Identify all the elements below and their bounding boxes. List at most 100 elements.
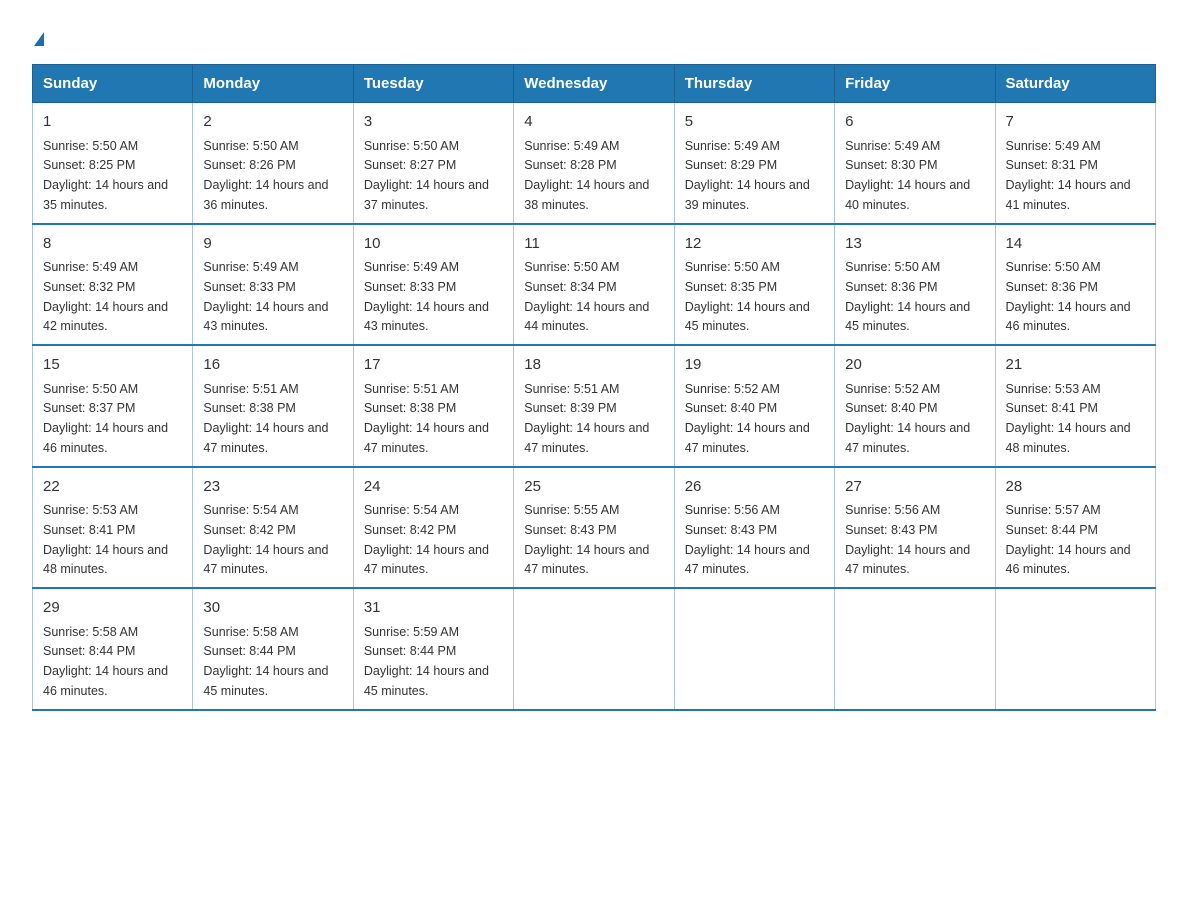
sunrise-info: Sunrise: 5:54 AM [364, 503, 459, 517]
daylight-label: Daylight: 14 hours and 46 minutes. [43, 664, 168, 698]
sunrise-info: Sunrise: 5:54 AM [203, 503, 298, 517]
sunrise-info: Sunrise: 5:49 AM [685, 139, 780, 153]
day-number: 8 [43, 233, 182, 256]
day-number: 2 [203, 111, 342, 134]
sunrise-info: Sunrise: 5:53 AM [1006, 382, 1101, 396]
sunrise-info: Sunrise: 5:49 AM [203, 260, 298, 274]
sunset-info: Sunset: 8:40 PM [685, 401, 777, 415]
daylight-label: Daylight: 14 hours and 39 minutes. [685, 178, 810, 212]
day-number: 25 [524, 476, 663, 499]
week-row-3: 15Sunrise: 5:50 AMSunset: 8:37 PMDayligh… [33, 345, 1156, 467]
table-row: 31Sunrise: 5:59 AMSunset: 8:44 PMDayligh… [353, 588, 513, 710]
sunset-info: Sunset: 8:43 PM [685, 523, 777, 537]
day-number: 31 [364, 597, 503, 620]
sunset-info: Sunset: 8:27 PM [364, 158, 456, 172]
daylight-label: Daylight: 14 hours and 46 minutes. [43, 421, 168, 455]
calendar-header: SundayMondayTuesdayWednesdayThursdayFrid… [33, 65, 1156, 103]
sunset-info: Sunset: 8:36 PM [845, 280, 937, 294]
sunrise-info: Sunrise: 5:49 AM [1006, 139, 1101, 153]
sunset-info: Sunset: 8:43 PM [845, 523, 937, 537]
header-day-friday: Friday [835, 65, 995, 103]
day-number: 30 [203, 597, 342, 620]
daylight-label: Daylight: 14 hours and 46 minutes. [1006, 543, 1131, 577]
table-row: 21Sunrise: 5:53 AMSunset: 8:41 PMDayligh… [995, 345, 1155, 467]
table-row: 17Sunrise: 5:51 AMSunset: 8:38 PMDayligh… [353, 345, 513, 467]
table-row [514, 588, 674, 710]
calendar-table: SundayMondayTuesdayWednesdayThursdayFrid… [32, 64, 1156, 711]
table-row: 3Sunrise: 5:50 AMSunset: 8:27 PMDaylight… [353, 103, 513, 224]
header-day-saturday: Saturday [995, 65, 1155, 103]
sunset-info: Sunset: 8:26 PM [203, 158, 295, 172]
table-row: 22Sunrise: 5:53 AMSunset: 8:41 PMDayligh… [33, 467, 193, 589]
day-number: 9 [203, 233, 342, 256]
day-number: 26 [685, 476, 824, 499]
sunset-info: Sunset: 8:34 PM [524, 280, 616, 294]
sunset-info: Sunset: 8:44 PM [203, 644, 295, 658]
day-number: 12 [685, 233, 824, 256]
sunset-info: Sunset: 8:33 PM [364, 280, 456, 294]
table-row [995, 588, 1155, 710]
table-row: 24Sunrise: 5:54 AMSunset: 8:42 PMDayligh… [353, 467, 513, 589]
daylight-label: Daylight: 14 hours and 47 minutes. [203, 421, 328, 455]
sunset-info: Sunset: 8:25 PM [43, 158, 135, 172]
table-row: 10Sunrise: 5:49 AMSunset: 8:33 PMDayligh… [353, 224, 513, 346]
table-row: 11Sunrise: 5:50 AMSunset: 8:34 PMDayligh… [514, 224, 674, 346]
table-row: 28Sunrise: 5:57 AMSunset: 8:44 PMDayligh… [995, 467, 1155, 589]
daylight-label: Daylight: 14 hours and 38 minutes. [524, 178, 649, 212]
sunset-info: Sunset: 8:41 PM [43, 523, 135, 537]
daylight-label: Daylight: 14 hours and 47 minutes. [203, 543, 328, 577]
table-row: 29Sunrise: 5:58 AMSunset: 8:44 PMDayligh… [33, 588, 193, 710]
table-row: 2Sunrise: 5:50 AMSunset: 8:26 PMDaylight… [193, 103, 353, 224]
sunset-info: Sunset: 8:39 PM [524, 401, 616, 415]
day-number: 5 [685, 111, 824, 134]
header-day-tuesday: Tuesday [353, 65, 513, 103]
day-number: 13 [845, 233, 984, 256]
sunrise-info: Sunrise: 5:57 AM [1006, 503, 1101, 517]
sunrise-info: Sunrise: 5:51 AM [524, 382, 619, 396]
table-row: 4Sunrise: 5:49 AMSunset: 8:28 PMDaylight… [514, 103, 674, 224]
sunrise-info: Sunrise: 5:53 AM [43, 503, 138, 517]
daylight-label: Daylight: 14 hours and 47 minutes. [364, 421, 489, 455]
table-row [835, 588, 995, 710]
day-number: 27 [845, 476, 984, 499]
daylight-label: Daylight: 14 hours and 48 minutes. [1006, 421, 1131, 455]
day-number: 21 [1006, 354, 1145, 377]
daylight-label: Daylight: 14 hours and 44 minutes. [524, 300, 649, 334]
table-row: 1Sunrise: 5:50 AMSunset: 8:25 PMDaylight… [33, 103, 193, 224]
sunrise-info: Sunrise: 5:49 AM [364, 260, 459, 274]
daylight-label: Daylight: 14 hours and 41 minutes. [1006, 178, 1131, 212]
day-number: 1 [43, 111, 182, 134]
sunrise-info: Sunrise: 5:49 AM [524, 139, 619, 153]
sunset-info: Sunset: 8:36 PM [1006, 280, 1098, 294]
table-row: 20Sunrise: 5:52 AMSunset: 8:40 PMDayligh… [835, 345, 995, 467]
table-row: 7Sunrise: 5:49 AMSunset: 8:31 PMDaylight… [995, 103, 1155, 224]
daylight-label: Daylight: 14 hours and 46 minutes. [1006, 300, 1131, 334]
sunrise-info: Sunrise: 5:50 AM [364, 139, 459, 153]
day-number: 28 [1006, 476, 1145, 499]
header-day-monday: Monday [193, 65, 353, 103]
day-number: 24 [364, 476, 503, 499]
daylight-label: Daylight: 14 hours and 37 minutes. [364, 178, 489, 212]
table-row [674, 588, 834, 710]
day-number: 15 [43, 354, 182, 377]
sunset-info: Sunset: 8:38 PM [203, 401, 295, 415]
day-number: 11 [524, 233, 663, 256]
daylight-label: Daylight: 14 hours and 45 minutes. [685, 300, 810, 334]
sunrise-info: Sunrise: 5:49 AM [845, 139, 940, 153]
day-number: 29 [43, 597, 182, 620]
table-row: 18Sunrise: 5:51 AMSunset: 8:39 PMDayligh… [514, 345, 674, 467]
day-number: 18 [524, 354, 663, 377]
daylight-label: Daylight: 14 hours and 36 minutes. [203, 178, 328, 212]
day-number: 7 [1006, 111, 1145, 134]
week-row-2: 8Sunrise: 5:49 AMSunset: 8:32 PMDaylight… [33, 224, 1156, 346]
table-row: 26Sunrise: 5:56 AMSunset: 8:43 PMDayligh… [674, 467, 834, 589]
header-day-sunday: Sunday [33, 65, 193, 103]
table-row: 25Sunrise: 5:55 AMSunset: 8:43 PMDayligh… [514, 467, 674, 589]
day-number: 20 [845, 354, 984, 377]
day-number: 14 [1006, 233, 1145, 256]
week-row-1: 1 Sunrise: 5:50 AM Sunset: 8:25 PM Daylight… [33, 103, 1156, 224]
sunrise-info: Sunrise: 5:50 AM [685, 260, 780, 274]
daylight-label: Daylight: 14 hours and 45 minutes. [364, 664, 489, 698]
table-row: 15Sunrise: 5:50 AMSunset: 8:37 PMDayligh… [33, 345, 193, 467]
table-row: 5Sunrise: 5:49 AMSunset: 8:29 PMDaylight… [674, 103, 834, 224]
